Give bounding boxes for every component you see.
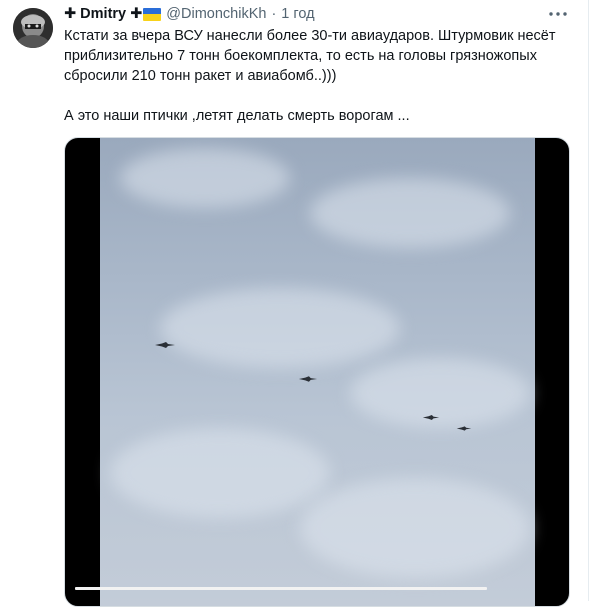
tweet-text-line: Кстати за вчера ВСУ нанесли более 30-ти … xyxy=(64,28,556,44)
author-name[interactable]: ✚ Dmitry ✚ xyxy=(64,6,166,22)
avatar-image xyxy=(13,8,53,48)
tweet-header: ✚ Dmitry ✚ @DimonchikKh · 1 год xyxy=(64,4,315,24)
separator-dot: · xyxy=(271,6,277,22)
aircraft-silhouette xyxy=(422,415,440,420)
tweet-timestamp[interactable]: 1 год xyxy=(281,6,314,22)
author-handle[interactable]: @DimonchikKh xyxy=(166,6,266,22)
author-name-text: ✚ Dmitry ✚ xyxy=(64,6,143,22)
avatar[interactable] xyxy=(13,8,53,48)
tweet-text-line: приблизительно 7 тонн боекомплекта, то е… xyxy=(64,48,537,64)
tweet-text: Кстати за вчера ВСУ нанесли более 30-ти … xyxy=(64,26,569,126)
tweet-card[interactable]: ✚ Dmitry ✚ @DimonchikKh · 1 год Кстати з… xyxy=(0,0,589,607)
video-progress-bar[interactable] xyxy=(75,587,487,590)
more-options-icon[interactable] xyxy=(548,5,568,23)
aircraft-silhouette xyxy=(456,426,472,431)
tweet-text-line: сбросили 210 тонн ракет и авиабомб..))) xyxy=(64,68,337,84)
video-player[interactable] xyxy=(64,137,570,607)
aircraft-silhouette xyxy=(155,342,175,348)
video-frame xyxy=(100,138,535,606)
aircraft-silhouette xyxy=(298,376,318,382)
tweet-text-line: А это наши птички ,летят делать смерть в… xyxy=(64,108,410,124)
ukraine-flag-icon xyxy=(143,7,162,21)
